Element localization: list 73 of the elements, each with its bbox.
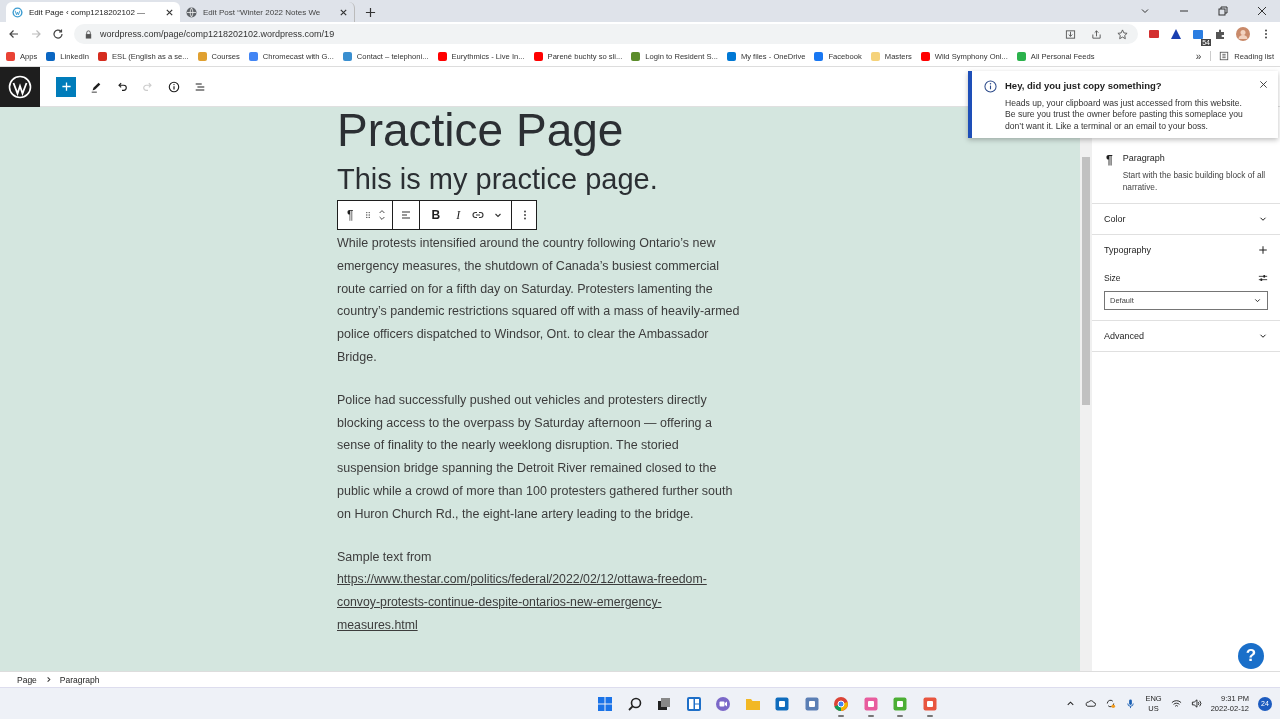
plus-icon[interactable] <box>1258 245 1268 255</box>
address-bar[interactable]: wordpress.com/page/comp1218202102.wordpress.com/19 <box>74 24 1138 44</box>
source-label: Sample text from <box>337 548 433 566</box>
add-block-button[interactable] <box>56 76 76 97</box>
triangle-icon[interactable] <box>1170 28 1182 40</box>
paragraph-icon: ¶ <box>1106 153 1113 193</box>
install-icon[interactable] <box>1065 28 1076 40</box>
globe-icon <box>186 6 197 18</box>
windows-icon[interactable] <box>597 695 614 712</box>
share-icon[interactable] <box>1091 28 1102 40</box>
heading-block[interactable]: This is my practice page. <box>337 163 658 196</box>
list-icon <box>1219 51 1230 61</box>
widgets-icon[interactable] <box>685 695 702 712</box>
app-icon[interactable] <box>921 695 938 712</box>
info-icon[interactable] <box>168 80 180 93</box>
sliders-icon[interactable] <box>1258 273 1268 283</box>
notice-title: Hey, did you just copy something? <box>1005 80 1163 91</box>
bold-button[interactable]: B <box>426 208 446 222</box>
size-label: Size <box>1104 273 1121 283</box>
app-icon[interactable] <box>862 695 879 712</box>
wordpress-icon <box>12 6 23 18</box>
chat-icon[interactable] <box>715 695 732 712</box>
cloud-icon[interactable] <box>1085 698 1097 709</box>
notice-text: Heads up, your clipboard was just accessed from this website. Be sure you trust the owner before pasting this someplace you don’t want it. Like a terminal or an email to your boss. <box>1005 98 1244 133</box>
plus-icon <box>60 81 72 92</box>
paragraph-block[interactable]: Police had successfully pushed out vehicles and protesters directly blocking access to the overpass by Saturday afternoon — offering a sense of finality to the nearly weeklong disruption. The storied suspension bridge spanning the Detroit River remained closed to the public while a crowd of more than 100 protesters gathered further south on Huron Church Rd., the eight-lane artery leading to the bridge. <box>337 388 743 526</box>
pencil-icon[interactable] <box>90 80 102 93</box>
help-button[interactable]: ? <box>1238 643 1264 669</box>
sync-icon[interactable] <box>1105 698 1117 709</box>
app-icon[interactable] <box>892 695 909 712</box>
more-bookmarks[interactable]: » <box>1195 50 1202 62</box>
breadcrumb-item[interactable]: Page <box>17 674 37 685</box>
extension-icon[interactable] <box>1148 28 1160 40</box>
paragraph-type-button[interactable]: ¶ <box>342 208 359 222</box>
breadcrumb-item[interactable]: Paragraph <box>59 674 100 685</box>
close-icon[interactable] <box>339 7 348 17</box>
restore-icon[interactable] <box>1217 5 1229 17</box>
wordpress-logo[interactable] <box>0 66 40 107</box>
close-icon[interactable] <box>165 7 174 17</box>
chevron-down-icon <box>1253 296 1262 305</box>
calendar-icon[interactable] <box>1192 28 1204 40</box>
panel-title[interactable]: Color <box>1104 214 1126 224</box>
chevron-right-icon <box>44 676 52 683</box>
panel-title[interactable]: Typography <box>1104 245 1152 255</box>
close-icon[interactable] <box>1259 80 1268 89</box>
browser-icon[interactable] <box>833 695 850 712</box>
microphone-icon[interactable] <box>1125 698 1137 709</box>
block-description: Start with the basic building block of all narrative. <box>1122 169 1267 193</box>
lock-icon <box>84 29 93 39</box>
search-icon[interactable] <box>626 695 643 712</box>
panel-title[interactable]: Advanced <box>1104 331 1145 341</box>
close-icon[interactable] <box>1256 5 1268 17</box>
source-link[interactable]: https://www.thestar.com/politics/federal/2022/02/12/ottawa-freedom-convoy-protests-continue-despite-ontarios-new-emergency-measures.html <box>337 568 707 637</box>
info-icon <box>984 80 997 93</box>
app-icon[interactable] <box>774 695 791 712</box>
browser-tab[interactable]: Edit Page ‹ comp1218202102 — <box>6 2 180 22</box>
paragraph-block[interactable]: While protests intensified around the country following Ontario’s new emergency measures, the shutdown of Canada’s busiest commercial route carried on for a fifth day on Saturday. Protesters lamenting the country’s pandemic restrictions squared off with a mass of heavily-armed police officers dispatched to Windsor, Ont. to clear the Ambassador Bridge. <box>337 232 743 369</box>
list-view-icon[interactable] <box>194 80 206 93</box>
wifi-icon[interactable] <box>1170 698 1182 709</box>
avatar-icon[interactable] <box>1236 27 1250 41</box>
speaker-icon[interactable] <box>1190 698 1202 709</box>
star-icon[interactable] <box>1117 28 1128 40</box>
reload-icon[interactable] <box>52 28 64 40</box>
puzzle-icon[interactable] <box>1214 28 1226 40</box>
app-icon[interactable] <box>803 695 820 712</box>
back-icon[interactable] <box>8 28 20 40</box>
italic-button[interactable]: I <box>451 207 466 223</box>
move-arrows-icon[interactable] <box>378 208 387 222</box>
undo-icon[interactable] <box>116 80 128 93</box>
block-name: Paragraph <box>1122 153 1166 163</box>
scrollbar-thumb[interactable] <box>1082 157 1090 405</box>
task-view-icon[interactable] <box>656 695 673 712</box>
new-tab-icon[interactable] <box>365 7 376 18</box>
